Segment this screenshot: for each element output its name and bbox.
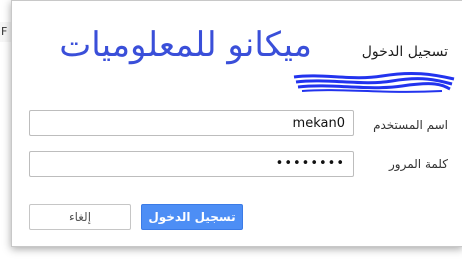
login-button[interactable]: تسجيل الدخول [141, 204, 243, 230]
username-input[interactable] [29, 110, 354, 136]
cancel-button[interactable]: إلغاء [29, 204, 131, 230]
username-label: اسم المستخدم [373, 118, 448, 132]
watermark-text: ميكانو للمعلوميات [59, 25, 312, 65]
redacted-scribble [293, 71, 455, 93]
password-input[interactable]: •••••••• [29, 151, 354, 177]
dialog-title: تسجيل الدخول [361, 44, 448, 60]
login-dialog: ميكانو للمعلوميات تسجيل الدخول اسم المست… [11, 0, 462, 247]
password-label: كلمة المرور [388, 157, 448, 171]
